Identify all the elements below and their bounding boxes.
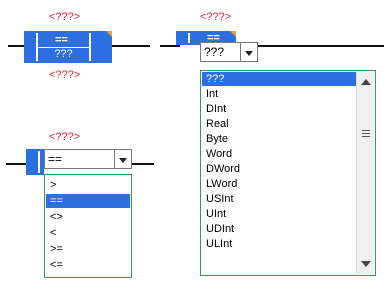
block1-operator: == xyxy=(55,34,68,46)
list-item[interactable]: USInt xyxy=(202,192,356,206)
list-item[interactable]: >= xyxy=(46,242,130,256)
list-item[interactable]: Byte xyxy=(202,132,356,146)
block2-separator-left xyxy=(188,33,190,43)
block3-operator-combo[interactable]: == xyxy=(44,149,132,169)
block1-right-wire xyxy=(110,45,150,47)
block3-separator-left xyxy=(38,151,40,173)
block3-combo-value: == xyxy=(48,152,63,166)
list-item[interactable]: UDInt xyxy=(202,222,356,236)
scroll-grip-icon[interactable] xyxy=(362,130,370,137)
list-item[interactable]: ??? xyxy=(202,72,356,86)
list-item[interactable]: > xyxy=(46,178,130,192)
block2-top-placeholder[interactable]: <???> xyxy=(200,11,231,23)
block2-left-wire xyxy=(160,45,180,47)
list-item[interactable]: < xyxy=(46,226,130,240)
list-item[interactable]: LWord xyxy=(202,177,356,191)
scroll-up-icon[interactable] xyxy=(357,73,374,90)
block3-operator-list[interactable]: > == <> < >= <= xyxy=(44,174,132,278)
block1-compare-box[interactable]: == ??? xyxy=(24,31,112,63)
list-scrollbar[interactable] xyxy=(356,72,374,274)
list-item[interactable]: Word xyxy=(202,147,356,161)
block1-operand[interactable]: ??? xyxy=(38,47,89,61)
block3-top-placeholder[interactable]: <???> xyxy=(49,131,80,143)
block2-right-wire xyxy=(254,45,384,47)
block2-datatype-combo[interactable]: ??? xyxy=(200,42,258,62)
block1-separator-right xyxy=(89,33,91,61)
list-item[interactable]: UInt xyxy=(202,207,356,221)
block1-corner-marker xyxy=(106,31,112,37)
list-item[interactable]: DWord xyxy=(202,162,356,176)
block1-bottom-placeholder[interactable]: <???> xyxy=(49,69,80,81)
list-item[interactable]: Real xyxy=(202,117,356,131)
list-item[interactable]: == xyxy=(46,194,130,208)
scroll-down-icon[interactable] xyxy=(357,256,374,273)
list-item[interactable]: <> xyxy=(46,210,130,224)
block2-corner-marker xyxy=(230,31,236,37)
list-item[interactable]: Int xyxy=(202,87,356,101)
list-item[interactable]: <= xyxy=(46,258,130,272)
block3-compare-box[interactable] xyxy=(26,149,44,175)
dropdown-arrow-icon[interactable] xyxy=(240,43,257,61)
block2-combo-value: ??? xyxy=(204,45,225,59)
block1-top-placeholder[interactable]: <???> xyxy=(49,11,80,23)
list-item[interactable]: DInt xyxy=(202,102,356,116)
block3-right-wire xyxy=(130,163,154,165)
dropdown-arrow-icon[interactable] xyxy=(114,150,131,168)
block2-datatype-list[interactable]: ??? Int DInt Real Byte Word DWord LWord … xyxy=(200,70,376,276)
list-item[interactable]: ULInt xyxy=(202,237,356,251)
